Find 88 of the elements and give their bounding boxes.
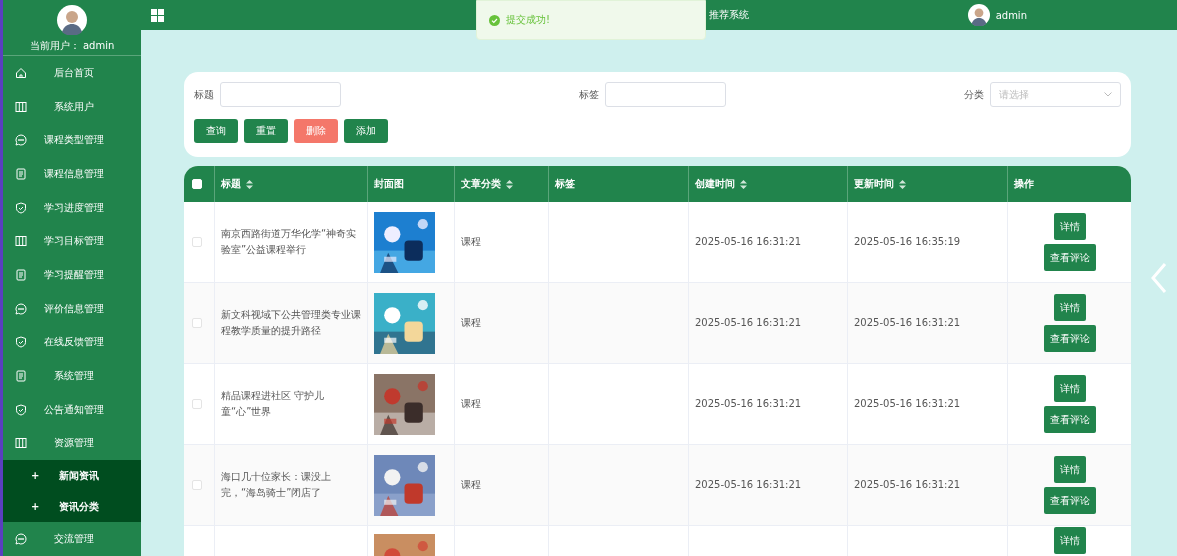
table-cell-text: 海口几十位家长：课没上完，“海岛骑士”闭店了 [221,470,332,500]
menu-item[interactable]: 学习提醒管理 [3,258,141,292]
document-icon [15,370,27,383]
table-cell-text: 2025-05-16 16:31:21 [854,397,961,411]
columns-icon [15,235,27,248]
user-name[interactable]: admin [995,9,1027,21]
chat-icon [15,134,27,147]
shield-icon [15,403,27,416]
comments-button[interactable]: 查看评论 [1043,487,1096,514]
system-title: 推荐系统 [709,8,749,22]
column-header[interactable]: 创建时间 [695,177,747,191]
document-icon [15,167,27,180]
menu-item[interactable]: 评价信息管理 [3,291,141,326]
shield-icon [15,336,27,349]
table-cell-text: 2025-05-16 16:31:21 [854,478,961,492]
sort-icon[interactable] [246,179,253,189]
sort-icon[interactable] [899,179,906,189]
menu-item[interactable]: 在线反馈管理 [3,325,141,360]
action-button[interactable]: 重置 [244,119,288,143]
column-header: 封面图 [374,177,404,191]
menu-item[interactable]: 学习进度管理 [3,190,141,225]
menu-item[interactable]: 资源管理 [3,426,141,461]
detail-button[interactable]: 详情 [1053,375,1086,402]
input-field[interactable] [605,82,726,107]
action-button[interactable]: 添加 [344,119,388,143]
detail-button[interactable]: 详情 [1053,527,1086,554]
field-label: 标签 [579,87,599,102]
menu-item[interactable]: 系统管理 [3,359,141,393]
shield-icon [15,201,27,214]
toast-message: 提交成功! [506,13,550,27]
sort-icon[interactable] [506,179,513,189]
detail-button[interactable]: 详情 [1053,456,1086,483]
menu-item[interactable]: 公告通知管理 [3,392,141,427]
submenu-item[interactable]: + 新闻资讯 [3,460,141,492]
action-button[interactable]: 删除 [294,119,338,143]
field-label: 标题 [194,87,214,102]
column-header[interactable]: 文章分类 [461,177,513,191]
detail-button[interactable]: 详情 [1053,294,1086,321]
field-label: 分类 [964,87,984,102]
menu-item[interactable]: 课程类型管理 [3,123,141,158]
columns-icon [15,100,27,113]
comments-button[interactable]: 查看评论 [1043,325,1096,352]
table-cell-text: 精品课程进社区 守护儿童“心”世界 [221,389,326,419]
table-cell-text: 2025-05-16 16:35:19 [854,235,961,249]
comments-button[interactable]: 查看评论 [1043,406,1096,433]
chevron-left-icon[interactable] [1151,262,1167,294]
input-field[interactable] [220,82,341,107]
table-cell-text: 南京西路街道万华化学“神奇实验室”公益课程举行 [221,227,358,257]
chat-icon [15,533,27,546]
row-checkbox[interactable] [192,237,202,247]
table-cell-text: 新文科视域下公共管理类专业课程教学质量的提升路径 [221,308,361,338]
column-header[interactable]: 标题 [221,177,253,191]
column-header: 操作 [1014,177,1034,191]
menu-item[interactable]: 课程信息管理 [3,157,141,191]
grid-icon[interactable] [151,8,164,22]
current-user: 当前用户： admin [29,39,115,53]
home-icon [15,66,27,79]
submenu-item[interactable]: + 资讯分类 [3,491,141,523]
table-cell-text: 2025-05-16 16:31:21 [695,316,802,330]
chat-icon [15,302,27,315]
detail-button[interactable]: 详情 [1053,213,1086,240]
action-button[interactable]: 查询 [194,119,238,143]
table-cell-text: 2025-05-16 16:31:21 [695,478,802,492]
menu-item[interactable]: 交流管理 [3,522,141,556]
comments-button[interactable]: 查看评论 [1043,244,1096,271]
avatar [967,4,990,26]
row-checkbox[interactable] [192,399,202,409]
menu-item[interactable]: 学习目标管理 [3,224,141,259]
table-cell-text: 课程 [461,235,481,249]
table-cell-text: 课程 [461,316,481,330]
chevron-down-icon [1104,92,1112,97]
table-cell-text: 2025-05-16 16:31:21 [695,235,802,249]
document-icon [15,268,27,281]
column-header[interactable]: 更新时间 [854,177,906,191]
table-cell-text: 2025-05-16 16:31:21 [695,397,802,411]
menu-item[interactable]: 后台首页 [3,56,141,90]
table-cell-text: 课程 [461,397,481,411]
select-all-checkbox[interactable] [192,179,202,189]
row-checkbox[interactable] [192,480,202,490]
sort-icon[interactable] [740,179,747,189]
check-circle-icon [489,14,500,26]
columns-icon [15,437,27,450]
avatar [57,5,87,35]
column-header: 标签 [555,177,575,191]
table-cell-text: 课程 [461,478,481,492]
table-cell-text: 2025-05-16 16:31:21 [854,316,961,330]
menu-item[interactable]: 系统用户 [3,89,141,124]
row-checkbox[interactable] [192,318,202,328]
